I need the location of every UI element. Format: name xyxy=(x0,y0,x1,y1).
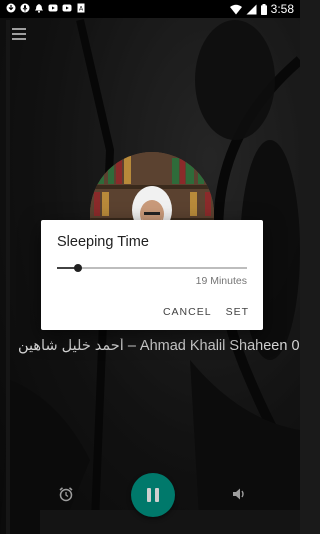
menu-icon[interactable] xyxy=(12,28,26,40)
sleep-timer-dialog: Sleeping Time 19 Minutes CANCEL SET xyxy=(41,220,263,330)
status-bar: A 3:58 xyxy=(0,0,300,18)
wifi-icon xyxy=(229,4,242,14)
download-icon xyxy=(6,3,16,13)
minutes-label: 19 Minutes xyxy=(195,275,247,287)
reciter-name: أحمد خليل شاهين – Ahmad Khalil Shaheen 0… xyxy=(18,338,300,354)
youtube-icon xyxy=(62,4,72,12)
set-button[interactable]: SET xyxy=(226,306,249,318)
player-controls xyxy=(0,466,300,526)
dialog-title: Sleeping Time xyxy=(57,234,149,250)
sleep-time-slider[interactable] xyxy=(57,264,247,272)
alarm-icon[interactable] xyxy=(58,486,74,502)
bell-icon xyxy=(35,4,43,13)
pause-icon xyxy=(147,488,151,502)
volume-icon[interactable] xyxy=(231,486,247,502)
slider-thumb[interactable] xyxy=(74,264,82,272)
status-right-icons: 3:58 xyxy=(229,2,294,16)
status-time: 3:58 xyxy=(270,2,294,16)
signal-icon xyxy=(246,4,257,14)
battery-icon xyxy=(260,3,267,15)
status-left-icons: A xyxy=(6,3,86,13)
dialog-actions: CANCEL SET xyxy=(163,306,249,318)
sim-icon: A xyxy=(77,3,85,13)
youtube-icon xyxy=(48,4,58,12)
slider-track[interactable] xyxy=(57,267,247,269)
pause-button[interactable] xyxy=(131,473,175,517)
cancel-button[interactable]: CANCEL xyxy=(163,306,212,318)
mic-icon xyxy=(20,3,30,13)
